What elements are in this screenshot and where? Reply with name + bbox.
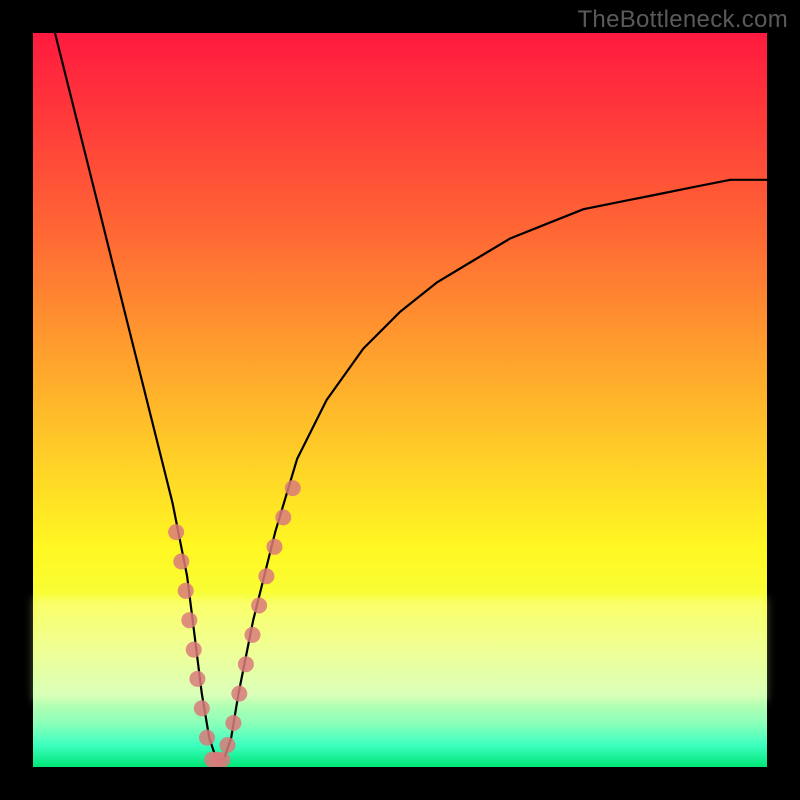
chart-frame: TheBottleneck.com bbox=[0, 0, 800, 800]
data-marker bbox=[220, 737, 236, 753]
watermark-text: TheBottleneck.com bbox=[577, 6, 788, 34]
data-marker bbox=[214, 752, 230, 767]
chart-svg bbox=[33, 33, 767, 767]
data-marker bbox=[275, 509, 291, 525]
chart-plot-area bbox=[33, 33, 767, 767]
data-marker bbox=[251, 598, 267, 614]
data-marker bbox=[267, 539, 283, 555]
data-marker bbox=[285, 480, 301, 496]
data-marker bbox=[245, 627, 261, 643]
data-marker bbox=[258, 568, 274, 584]
data-marker bbox=[178, 583, 194, 599]
data-marker bbox=[199, 730, 215, 746]
curve-path bbox=[55, 33, 767, 760]
data-marker bbox=[173, 554, 189, 570]
data-marker bbox=[168, 524, 184, 540]
data-marker bbox=[231, 686, 247, 702]
data-marker bbox=[194, 700, 210, 716]
data-marker bbox=[225, 715, 241, 731]
data-marker bbox=[238, 656, 254, 672]
data-marker bbox=[186, 642, 202, 658]
data-marker bbox=[181, 612, 197, 628]
data-marker bbox=[189, 671, 205, 687]
